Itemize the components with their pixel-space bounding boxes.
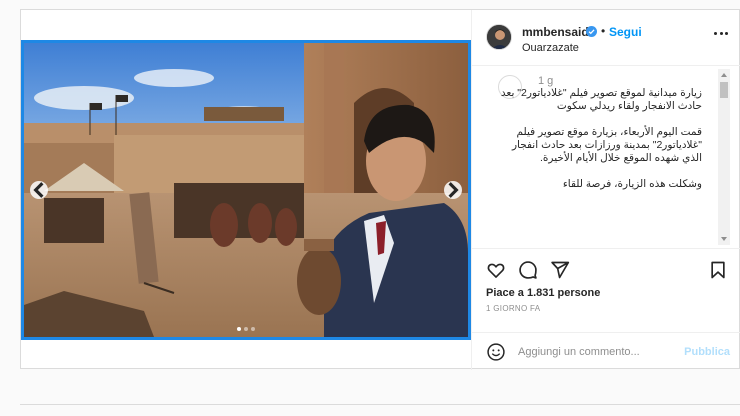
- post-actions: [472, 260, 740, 284]
- carousel-dot: [244, 327, 248, 331]
- emoji-icon[interactable]: [486, 342, 506, 362]
- comment-input[interactable]: [518, 342, 678, 362]
- comment-button[interactable]: [518, 260, 538, 280]
- user-avatar-icon: [487, 25, 511, 49]
- publish-button[interactable]: Pubblica: [684, 346, 730, 358]
- carousel-dot: [237, 327, 241, 331]
- likes-count[interactable]: Piace a 1.831 persone: [486, 287, 600, 299]
- heart-icon: [487, 263, 505, 278]
- post-side-panel: mmbensaid • Segui Ouarzazate 1 g زيارة م…: [471, 10, 740, 370]
- divider: [20, 404, 740, 405]
- post-media[interactable]: [21, 40, 471, 340]
- follow-button[interactable]: Segui: [609, 25, 642, 39]
- carousel-prev-button[interactable]: [30, 181, 48, 199]
- comment-icon: [519, 261, 537, 279]
- more-options-icon[interactable]: [714, 32, 728, 36]
- scroll-down-arrow-icon[interactable]: [721, 237, 727, 241]
- post-header: mmbensaid • Segui Ouarzazate: [472, 10, 740, 66]
- scroll-thumb[interactable]: [720, 82, 728, 98]
- carousel-dot: [251, 327, 255, 331]
- bookmark-icon: [711, 261, 725, 279]
- caption-time: 1 g: [538, 75, 554, 87]
- separator-dot: •: [601, 24, 606, 38]
- username[interactable]: mmbensaid: [522, 25, 589, 39]
- add-comment-bar: Pubblica: [472, 332, 740, 370]
- comments-scrollbar[interactable]: [718, 69, 730, 245]
- avatar[interactable]: [486, 24, 512, 50]
- post-time-ago[interactable]: 1 GIORNO FA: [486, 304, 540, 313]
- share-icon: [551, 261, 570, 279]
- carousel-indicator: [24, 327, 468, 331]
- comments-area[interactable]: 1 g زيارة ميدانية لموقع تصوير فيلم "غلاد…: [472, 67, 740, 249]
- carousel-next-button[interactable]: [444, 181, 462, 199]
- save-button[interactable]: [708, 260, 728, 280]
- instagram-post: mmbensaid • Segui Ouarzazate 1 g زيارة م…: [20, 9, 740, 370]
- caption-text: زيارة ميدانية لموقع تصوير فيلم "غلادياتو…: [500, 87, 702, 190]
- share-button[interactable]: [550, 260, 570, 280]
- chevron-right-icon: [448, 182, 459, 198]
- location-link[interactable]: Ouarzazate: [522, 42, 579, 54]
- verified-badge-icon: [586, 26, 597, 37]
- scroll-up-arrow-icon[interactable]: [721, 73, 727, 77]
- like-button[interactable]: [486, 260, 506, 280]
- page: mmbensaid • Segui Ouarzazate 1 g زيارة م…: [0, 0, 740, 416]
- chevron-left-icon: [33, 182, 44, 198]
- movie-set-photo: [24, 43, 468, 337]
